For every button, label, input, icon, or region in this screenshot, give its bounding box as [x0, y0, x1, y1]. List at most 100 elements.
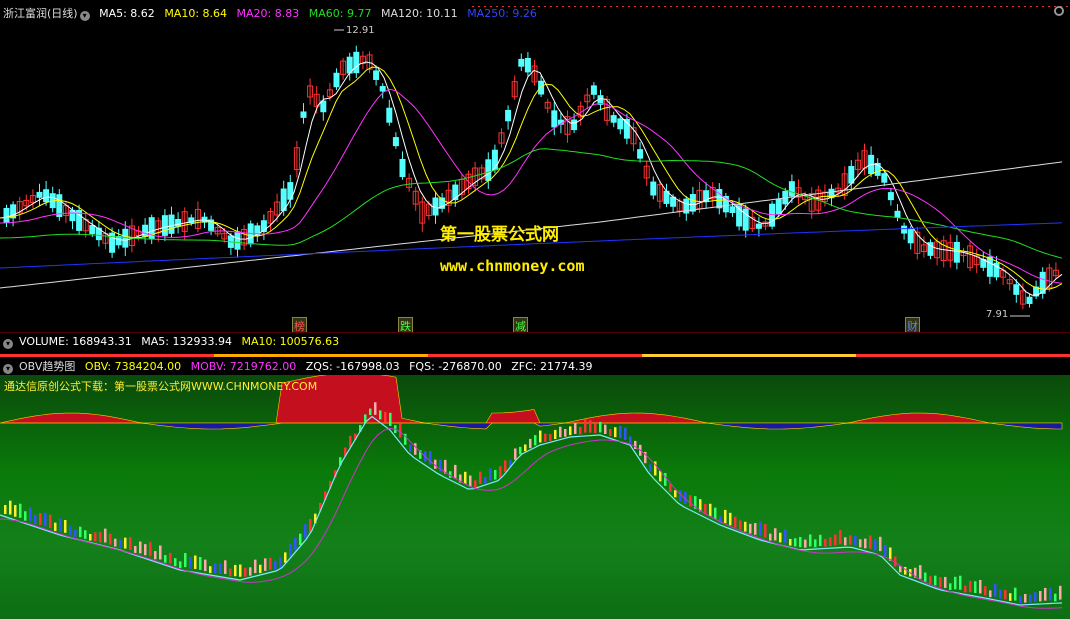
- candle-body: [36, 191, 43, 198]
- candle-body: [1013, 284, 1020, 295]
- obv-bar: [979, 579, 982, 594]
- obv-bar: [269, 557, 272, 570]
- obv-bar: [254, 559, 257, 574]
- candle: [980, 251, 987, 272]
- obv-bar: [539, 430, 542, 443]
- candle-body: [901, 225, 908, 234]
- obv-bar: [609, 428, 612, 437]
- obv-bar: [384, 411, 387, 423]
- candle-body: [505, 109, 512, 122]
- candle: [485, 152, 492, 189]
- obv-bar: [714, 507, 717, 520]
- volume-menu-icon[interactable]: ▾: [3, 339, 13, 349]
- candle-body: [353, 51, 360, 74]
- candle: [260, 214, 267, 240]
- ma10-line: [0, 66, 1063, 290]
- candle: [762, 218, 769, 231]
- obv-title[interactable]: OBV趋势图: [19, 360, 75, 373]
- lock-icon[interactable]: ●: [1054, 6, 1064, 16]
- obv-bar: [1054, 593, 1057, 602]
- obv-bar: [799, 536, 802, 548]
- candle: [82, 211, 89, 238]
- obv-bar: [854, 535, 857, 546]
- candle: [254, 222, 261, 242]
- obv-bar: [734, 516, 737, 528]
- candle: [16, 196, 23, 221]
- obv-bar: [9, 500, 12, 515]
- candle: [683, 196, 690, 221]
- ma20-line: [0, 88, 1063, 284]
- candle-body: [881, 173, 888, 183]
- obv-bar: [729, 512, 732, 526]
- candle: [795, 179, 802, 205]
- candle: [36, 183, 43, 207]
- obv-bar: [94, 532, 97, 542]
- volume-panel[interactable]: ▾ VOLUME: 168943.31 MA5: 132933.94 MA10: …: [0, 332, 1070, 359]
- obv-bar: [54, 522, 57, 531]
- candle: [412, 186, 419, 211]
- candle-body: [333, 72, 340, 88]
- candle: [300, 103, 307, 124]
- obv-bar: [479, 471, 482, 484]
- obv-bar: [534, 435, 537, 446]
- obv-bar: [164, 555, 167, 563]
- candle-body: [788, 181, 795, 197]
- candle-body: [518, 58, 525, 67]
- obv-bar: [134, 545, 137, 553]
- obv-bar: [69, 526, 72, 536]
- candle: [406, 173, 413, 192]
- obv-bar: [959, 575, 962, 590]
- obv-bar: [234, 564, 237, 577]
- candle-body: [69, 209, 76, 222]
- candle: [142, 218, 149, 244]
- obv-bar: [844, 537, 847, 546]
- candle: [663, 183, 670, 207]
- obv-bar: [204, 559, 207, 572]
- candle-body: [637, 149, 644, 159]
- obv-bar: [229, 568, 232, 577]
- obv-bar: [474, 480, 477, 488]
- candle: [458, 174, 465, 200]
- obv-bar: [749, 523, 752, 534]
- candle-body: [953, 241, 960, 263]
- candle: [511, 75, 518, 101]
- candle: [1052, 262, 1059, 280]
- obv-bar: [154, 551, 157, 560]
- obv-bar: [244, 567, 247, 577]
- obv-bar: [829, 537, 832, 547]
- obv-bar: [579, 426, 582, 435]
- candle: [524, 52, 531, 77]
- candle: [346, 52, 353, 81]
- obv-bar: [849, 535, 852, 545]
- candlestick-chart[interactable]: [0, 18, 1070, 332]
- obv-bar: [249, 567, 252, 576]
- candle-body: [485, 159, 492, 181]
- candle: [973, 248, 980, 274]
- obv-menu-icon[interactable]: ▾: [3, 364, 13, 374]
- watermark-site-name: 第一股票公式网: [440, 225, 559, 245]
- candle: [505, 105, 512, 130]
- candle: [564, 110, 571, 143]
- obv-bar: [814, 539, 817, 548]
- candle-body: [755, 223, 762, 229]
- obv-bar: [469, 475, 472, 487]
- candle: [637, 141, 644, 163]
- obv-bar: [514, 448, 517, 460]
- candle: [168, 206, 175, 238]
- candle-body: [848, 165, 855, 184]
- obv-bar: [484, 476, 487, 484]
- candle: [901, 222, 908, 240]
- obv-bar: [624, 427, 627, 440]
- obv-bar: [14, 505, 17, 517]
- obv-bar: [544, 433, 547, 442]
- obv-bar: [24, 511, 27, 521]
- obv-bar: [784, 529, 787, 543]
- obv-bar: [819, 534, 822, 547]
- candle: [1006, 275, 1013, 291]
- candle-body: [524, 58, 531, 73]
- obv-bar: [499, 466, 502, 478]
- candle-body: [610, 115, 617, 123]
- obv-bar: [224, 560, 227, 574]
- obv-bar: [554, 429, 557, 440]
- obv-bar: [529, 438, 532, 449]
